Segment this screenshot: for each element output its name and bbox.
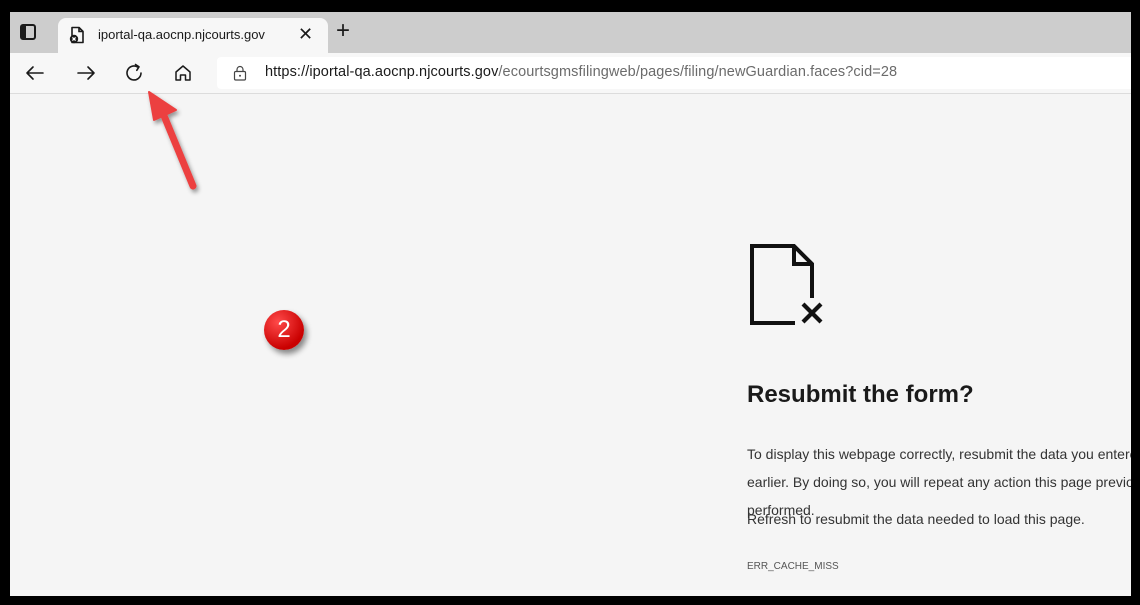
forward-arrow-icon[interactable]	[74, 61, 98, 85]
browser-toolbar: https://iportal-qa.aocnp.njcourts.gov/ec…	[10, 53, 1131, 94]
step-number-badge: 2	[264, 310, 304, 350]
tab-title: iportal-qa.aocnp.njcourts.gov	[98, 27, 265, 42]
page-error-icon	[69, 26, 84, 44]
document-error-icon	[750, 244, 829, 326]
browser-tab[interactable]: iportal-qa.aocnp.njcourts.gov ✕	[58, 18, 328, 53]
tab-strip: iportal-qa.aocnp.njcourts.gov ✕ +	[10, 12, 1131, 53]
address-bar[interactable]: https://iportal-qa.aocnp.njcourts.gov/ec…	[217, 57, 1131, 89]
lock-icon[interactable]	[233, 65, 247, 81]
refresh-icon[interactable]	[122, 61, 146, 85]
tab-actions-menu-icon[interactable]	[20, 24, 36, 40]
error-title: Resubmit the form?	[747, 381, 974, 408]
new-tab-button[interactable]: +	[336, 18, 350, 44]
url-text[interactable]: https://iportal-qa.aocnp.njcourts.gov/ec…	[265, 64, 897, 80]
url-host: https://iportal-qa.aocnp.njcourts.gov	[265, 64, 499, 80]
browser-window: iportal-qa.aocnp.njcourts.gov ✕ + https:	[10, 12, 1131, 596]
page-content: Resubmit the form? To display this webpa…	[10, 94, 1131, 596]
close-tab-icon[interactable]: ✕	[298, 24, 313, 44]
error-code: ERR_CACHE_MISS	[747, 561, 839, 572]
error-refresh-hint: Refresh to resubmit the data needed to l…	[747, 511, 1085, 527]
back-arrow-icon[interactable]	[23, 61, 47, 85]
url-path: /ecourtsgmsfilingweb/pages/filing/newGua…	[498, 64, 898, 80]
home-icon[interactable]	[171, 61, 195, 85]
